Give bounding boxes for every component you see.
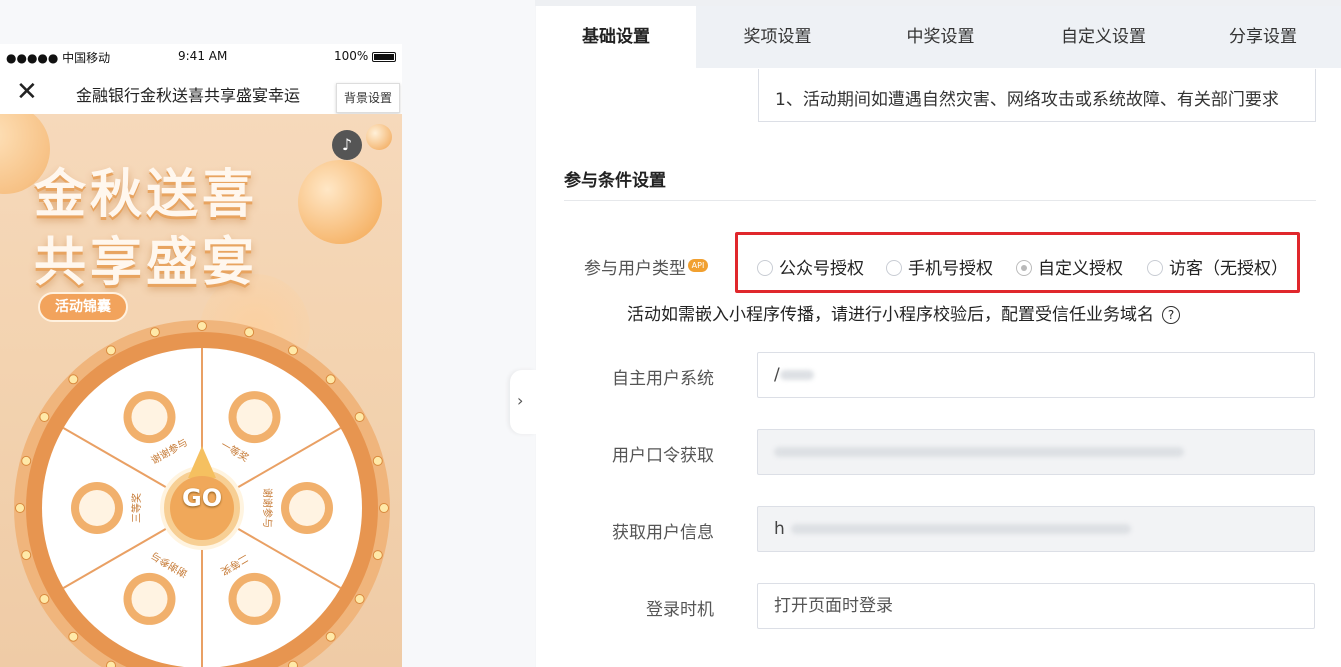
- radio-label: 公众号授权: [779, 259, 864, 279]
- radio-visitor[interactable]: 访客（无授权）: [1147, 254, 1288, 279]
- settings-panel: 基础设置 奖项设置 中奖设置 自定义设置 分享设置 1、活动期间如遭遇自然灾害、…: [536, 6, 1341, 667]
- radio-phone[interactable]: 手机号授权: [886, 254, 993, 279]
- radio-official-account[interactable]: 公众号授权: [757, 254, 864, 279]
- login-timing-label: 登录时机: [646, 600, 714, 620]
- radio-label: 手机号授权: [908, 259, 993, 279]
- wheel-bulb: [288, 660, 298, 667]
- wheel-bulb: [325, 631, 336, 642]
- activity-title: 金融银行金秋送喜共享盛宴幸运: [76, 86, 301, 105]
- mini-nav-bar: ✕ 金融银行金秋送喜共享盛宴幸运 背景设置: [0, 70, 402, 114]
- battery-icon: [372, 52, 396, 62]
- go-button[interactable]: GO: [182, 484, 222, 512]
- background-settings-button[interactable]: 背景设置: [336, 83, 400, 113]
- wheel-bulb: [244, 327, 255, 338]
- radio-circle-icon: [1016, 260, 1032, 276]
- radio-label: 访客（无授权）: [1169, 259, 1288, 279]
- decor-ball: [366, 124, 392, 150]
- radio-circle-icon: [1147, 260, 1163, 276]
- decor-ball: [298, 160, 382, 244]
- close-icon[interactable]: ✕: [16, 74, 38, 110]
- radio-circle-icon: [886, 260, 902, 276]
- hint-text: 活动如需嵌入小程序传播，请进行小程序校验后，配置受信任业务域名: [627, 305, 1154, 325]
- miniprogram-hint: 活动如需嵌入小程序传播，请进行小程序校验后，配置受信任业务域名?: [627, 300, 1180, 325]
- self-user-system-label: 自主用户系统: [612, 369, 714, 389]
- login-timing-select[interactable]: 打开页面时登录: [757, 583, 1315, 629]
- headline-line-2: 共享盛宴: [34, 233, 259, 293]
- wheel-bulb: [288, 345, 298, 356]
- wheel-bulb: [354, 594, 365, 604]
- wheel-bulb: [15, 503, 25, 513]
- status-bar: ●●●●● 中国移动 9:41 AM 100%: [0, 44, 402, 70]
- wheel-bulb: [106, 345, 116, 356]
- wheel-bulb: [39, 594, 50, 604]
- activity-description-textarea[interactable]: 1、活动期间如遭遇自然灾害、网络攻击或系统故障、有关部门要求: [758, 69, 1316, 122]
- token-fetch-input[interactable]: [757, 429, 1315, 475]
- tab-share[interactable]: 分享设置: [1185, 6, 1341, 68]
- radio-label: 自定义授权: [1038, 259, 1123, 279]
- collapse-toggle[interactable]: ›: [510, 370, 536, 434]
- wheel-bulb: [354, 412, 365, 422]
- user-type-label: 参与用户类型 API: [584, 254, 708, 279]
- wheel-bulb: [372, 455, 383, 466]
- wheel-bulb: [372, 550, 383, 561]
- app-root: ●●●●● 中国移动 9:41 AM 100% ✕ 金融银行金秋送喜共享盛宴幸运…: [0, 0, 1341, 667]
- wheel-bulb: [197, 321, 207, 331]
- clock: 9:41 AM: [178, 49, 228, 63]
- prize-sector-icon: 谢谢参与: [261, 482, 333, 534]
- input-value: /: [774, 365, 780, 385]
- wheel-bulb: [379, 503, 389, 513]
- prize-sector-label: 三等奖: [130, 493, 143, 523]
- wheel-bulb: [39, 412, 50, 422]
- tab-basic[interactable]: 基础设置: [536, 6, 696, 68]
- tab-prizes[interactable]: 奖项设置: [696, 6, 859, 68]
- activity-canvas: ♪ 金秋送喜 共享盛宴 活动锦囊 谢谢参与 一等奖 谢谢参与 二等奖 谢谢参与 三等奖: [0, 114, 402, 667]
- section-title: 参与条件设置: [564, 171, 666, 191]
- headline-line-1: 金秋送喜: [34, 165, 259, 225]
- chevron-right-icon: ›: [517, 391, 524, 410]
- user-info-label: 获取用户信息: [612, 523, 714, 543]
- prize-sector-label: 谢谢参与: [261, 488, 274, 528]
- carrier-label: ●●●●● 中国移动: [6, 51, 111, 65]
- section-divider: [564, 200, 1316, 201]
- phone-preview: ●●●●● 中国移动 9:41 AM 100% ✕ 金融银行金秋送喜共享盛宴幸运…: [0, 44, 402, 667]
- api-badge: API: [688, 259, 708, 272]
- wheel-bulb: [149, 327, 160, 338]
- redacted-text: [774, 447, 1184, 457]
- tab-custom[interactable]: 自定义设置: [1022, 6, 1185, 68]
- wheel-bulb: [68, 374, 79, 385]
- radio-circle-icon: [757, 260, 773, 276]
- redacted-text: [790, 524, 1131, 534]
- self-user-system-input[interactable]: /: [757, 352, 1315, 398]
- music-icon[interactable]: ♪: [332, 130, 362, 160]
- input-value: h: [774, 519, 785, 539]
- battery-label: 100%: [334, 49, 369, 63]
- settings-tabs: 基础设置 奖项设置 中奖设置 自定义设置 分享设置: [536, 6, 1341, 68]
- redacted-text: [779, 370, 814, 380]
- login-timing-value: 打开页面时登录: [774, 596, 893, 616]
- user-info-input[interactable]: h: [757, 506, 1315, 552]
- tab-winning[interactable]: 中奖设置: [859, 6, 1022, 68]
- user-type-label-text: 参与用户类型: [584, 259, 686, 279]
- wheel-bulb: [106, 660, 116, 667]
- lottery-wheel: 谢谢参与 一等奖 谢谢参与 二等奖 谢谢参与 三等奖 GO: [12, 318, 392, 667]
- token-fetch-label: 用户口令获取: [612, 446, 714, 466]
- radio-custom[interactable]: 自定义授权: [1016, 254, 1123, 279]
- question-icon[interactable]: ?: [1162, 306, 1180, 324]
- wheel-bulb: [68, 631, 79, 642]
- wheel-bulb: [21, 550, 32, 561]
- wheel-bulb: [325, 374, 336, 385]
- wheel-bulb: [21, 455, 32, 466]
